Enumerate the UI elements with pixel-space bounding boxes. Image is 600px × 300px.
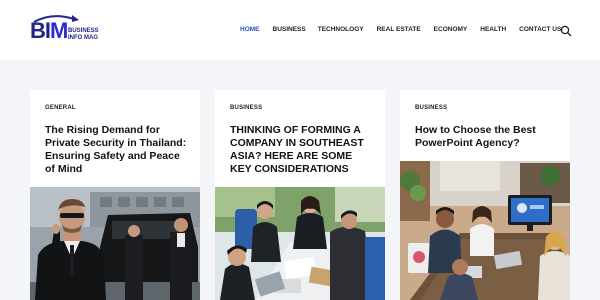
logo-tagline: BUSINESS INFO MAG xyxy=(68,28,99,42)
article-title[interactable]: The Rising Demand for Private Security i… xyxy=(45,124,190,176)
office-presentation-photo xyxy=(400,161,570,300)
main-nav: HOME BUSINESS TECHNOLOGY REAL ESTATE ECO… xyxy=(240,24,561,36)
nav-contact-us[interactable]: CONTACT US xyxy=(519,24,561,36)
logo-main: BIM xyxy=(30,18,68,43)
article-card[interactable]: BUSINESS How to Choose the Best PowerPoi… xyxy=(400,90,570,300)
nav-health[interactable]: HEALTH xyxy=(480,24,506,36)
nav-real-estate[interactable]: REAL ESTATE xyxy=(377,24,421,36)
site-header: BIM BUSINESS INFO MAG HOME BUSINESS TECH… xyxy=(0,0,600,60)
article-card[interactable]: BUSINESS THINKING OF FORMING A COMPANY I… xyxy=(215,90,385,300)
nav-business[interactable]: BUSINESS xyxy=(273,24,306,36)
logo-line-2: INFO MAG xyxy=(68,35,98,41)
article-title[interactable]: THINKING OF FORMING A COMPANY IN SOUTHEA… xyxy=(230,124,375,176)
logo-text: BIM xyxy=(30,18,68,43)
logo-line-1: BUSINESS xyxy=(68,28,99,34)
business-meeting-photo xyxy=(215,187,385,300)
article-category[interactable]: BUSINESS xyxy=(415,105,447,111)
logo-letter-m: M xyxy=(50,18,68,43)
nav-economy[interactable]: ECONOMY xyxy=(434,24,468,36)
article-image[interactable] xyxy=(400,161,570,300)
article-category[interactable]: BUSINESS xyxy=(230,105,262,111)
nav-technology[interactable]: TECHNOLOGY xyxy=(318,24,364,36)
nav-home[interactable]: HOME xyxy=(240,24,260,36)
article-card[interactable]: GENERAL The Rising Demand for Private Se… xyxy=(30,90,200,300)
site-logo[interactable]: BIM BUSINESS INFO MAG xyxy=(30,14,110,48)
article-title[interactable]: How to Choose the Best PowerPoint Agency… xyxy=(415,124,560,150)
article-category[interactable]: GENERAL xyxy=(45,105,76,111)
article-image[interactable] xyxy=(215,187,385,300)
article-image[interactable] xyxy=(30,187,200,300)
search-icon[interactable] xyxy=(560,25,572,37)
security-guard-photo xyxy=(30,187,200,300)
